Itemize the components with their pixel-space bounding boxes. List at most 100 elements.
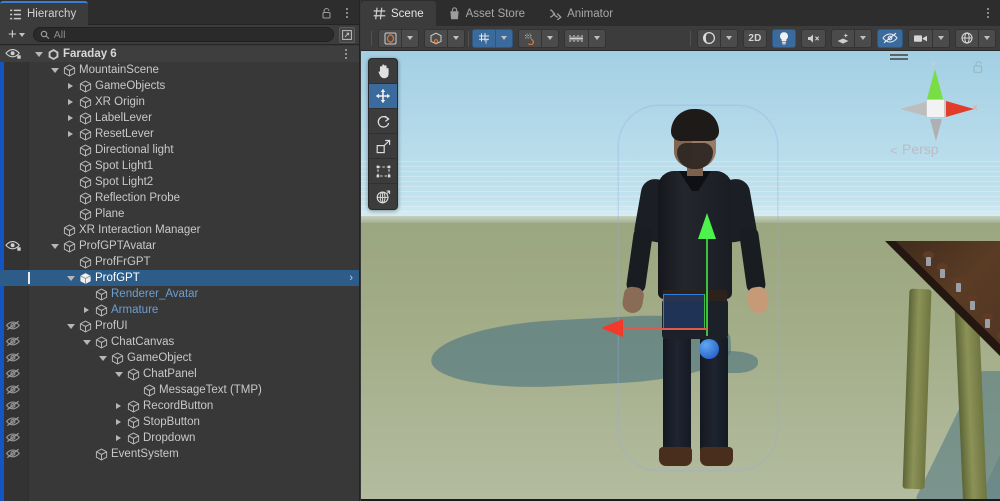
open-prefab-chevron-icon[interactable]: › [349, 272, 353, 284]
scene-tool-palette[interactable] [368, 58, 398, 210]
hierarchy-row-spot-light1[interactable]: Spot Light1 [0, 158, 359, 174]
move-tool[interactable] [369, 84, 397, 109]
scene-orientation-gizmo[interactable]: y x < Persp [878, 51, 988, 171]
chevron-down-icon[interactable] [402, 28, 419, 48]
chevron-down-icon[interactable] [542, 28, 559, 48]
eye-crossed-icon[interactable] [5, 415, 23, 429]
ruler-icon[interactable] [564, 28, 589, 48]
eye-crossed-icon[interactable] [5, 383, 23, 397]
eye-crossed-icon[interactable] [5, 399, 23, 413]
audio-mute-toggle[interactable] [801, 28, 826, 48]
chevron-down-icon[interactable] [49, 62, 60, 78]
hierarchy-row-gameobjects[interactable]: GameObjects [0, 78, 359, 94]
hierarchy-row-faraday-6[interactable]: Faraday 6 [0, 46, 359, 62]
gizmo-y-axis[interactable] [706, 236, 708, 336]
hierarchy-row-xr-origin[interactable]: XR Origin [0, 94, 359, 110]
draw-mode-dropdown[interactable] [378, 28, 419, 48]
fx-layers-icon[interactable] [831, 28, 855, 48]
camera-settings-dropdown[interactable] [908, 28, 950, 48]
hierarchy-row-gameobject[interactable]: GameObject [0, 350, 359, 366]
tab-scene[interactable]: Scene [361, 1, 436, 26]
hierarchy-row-stopbutton[interactable]: StopButton [0, 414, 359, 430]
shaded-mode-icon[interactable] [378, 28, 402, 48]
gizmo-axis-y-positive[interactable] [927, 69, 943, 99]
grid-snap-icon[interactable] [518, 28, 542, 48]
create-object-button[interactable]: + [5, 27, 28, 43]
tab-animator[interactable]: Animator [537, 1, 625, 26]
hierarchy-row-eventsystem[interactable]: EventSystem [0, 446, 359, 462]
wireframe-cube-icon[interactable] [424, 28, 448, 48]
chevron-down-icon[interactable] [113, 366, 124, 382]
lock-icon[interactable] [321, 7, 332, 19]
kebab-menu-icon[interactable] [982, 6, 994, 20]
chevron-down-icon[interactable] [81, 334, 92, 350]
gizmo-axis-y-negative[interactable] [930, 119, 942, 141]
hierarchy-row-labellever[interactable]: LabelLever [0, 110, 359, 126]
hierarchy-row-profgpt[interactable]: ProfGPT › [0, 270, 359, 286]
chevron-down-icon[interactable] [721, 28, 738, 48]
open-in-panel-icon[interactable] [339, 26, 355, 43]
gizmos-dropdown[interactable] [955, 28, 996, 48]
search-input[interactable]: All [32, 27, 334, 42]
scene-viewport[interactable]: y x < Persp [361, 51, 1000, 501]
profgpt-avatar[interactable] [601, 109, 791, 466]
chevron-right-icon[interactable] [81, 302, 92, 318]
scale-tool[interactable] [369, 134, 397, 159]
camera-icon[interactable] [908, 28, 933, 48]
scene-visibility-dropdown[interactable] [697, 28, 738, 48]
chevron-down-icon[interactable] [496, 28, 513, 48]
projection-label[interactable]: Persp [902, 141, 939, 157]
hierarchy-row-resetlever[interactable]: ResetLever [0, 126, 359, 142]
gizmo-y-arrow[interactable] [698, 213, 716, 239]
sphere-shading-icon[interactable] [697, 28, 721, 48]
chevron-right-icon[interactable] [65, 78, 76, 94]
hierarchy-row-dropdown[interactable]: Dropdown [0, 430, 359, 446]
gizmo-2d-dropdown[interactable] [424, 28, 465, 48]
tab-hierarchy[interactable]: Hierarchy [0, 1, 89, 25]
chevron-down-icon[interactable] [65, 318, 76, 334]
hierarchy-tree[interactable]: Faraday 6 MountainScene GameObjects XR Orig… [0, 46, 359, 501]
rotate-tool[interactable] [369, 109, 397, 134]
2d-toggle[interactable]: 2D [743, 28, 767, 48]
eye-crossed-icon[interactable] [5, 351, 23, 365]
hierarchy-row-plane[interactable]: Plane [0, 206, 359, 222]
lock-open-icon[interactable] [972, 60, 985, 74]
chevron-down-icon[interactable] [49, 238, 60, 254]
hierarchy-row-xr-interaction-manager[interactable]: XR Interaction Manager [0, 222, 359, 238]
kebab-menu-icon[interactable] [340, 47, 352, 61]
eye-icon[interactable] [5, 47, 23, 61]
hierarchy-row-profgptavatar[interactable]: ProfGPTAvatar [0, 238, 359, 254]
fx-dropdown[interactable] [831, 28, 872, 48]
chevron-down-icon[interactable] [979, 28, 996, 48]
eye-crossed-icon[interactable] [5, 447, 23, 461]
gizmo-handle[interactable] [890, 58, 908, 60]
hierarchy-row-reflection-probe[interactable]: Reflection Probe [0, 190, 359, 206]
hierarchy-row-spot-light2[interactable]: Spot Light2 [0, 174, 359, 190]
hierarchy-row-armature[interactable]: Armature [0, 302, 359, 318]
hierarchy-row-proffrgpt[interactable]: ProfFrGPT [0, 254, 359, 270]
chevron-down-icon[interactable] [97, 350, 108, 366]
gizmo-z-handle[interactable] [699, 339, 719, 359]
gizmos-globe-icon[interactable] [955, 28, 979, 48]
chevron-down-icon[interactable] [589, 28, 606, 48]
chevron-down-icon[interactable] [448, 28, 465, 48]
gizmo-center-cube[interactable] [926, 99, 945, 118]
gizmo-axis-x-positive[interactable] [946, 101, 974, 117]
projection-toggle-icon[interactable]: < [890, 143, 898, 158]
tab-asset-store[interactable]: Asset Store [436, 1, 537, 26]
transform-tool[interactable] [369, 184, 397, 209]
gizmo-x-arrow[interactable] [601, 319, 623, 337]
scene-visibility-toggle[interactable] [877, 28, 903, 48]
scene-lighting-toggle[interactable] [772, 28, 796, 48]
grid-y-icon[interactable]: Y [472, 28, 496, 48]
eye-icon[interactable] [5, 239, 23, 253]
eye-crossed-icon[interactable] [5, 319, 23, 333]
gizmo-handle[interactable] [890, 54, 908, 56]
gizmo-x-axis[interactable] [619, 328, 707, 330]
hierarchy-row-chatcanvas[interactable]: ChatCanvas [0, 334, 359, 350]
hierarchy-row-messagetext-tmp[interactable]: MessageText (TMP) [0, 382, 359, 398]
grid-axis-y-toggle[interactable]: Y [472, 28, 513, 48]
chevron-right-icon[interactable] [113, 398, 124, 414]
hierarchy-row-recordbutton[interactable]: RecordButton [0, 398, 359, 414]
hierarchy-row-profui[interactable]: ProfUI [0, 318, 359, 334]
